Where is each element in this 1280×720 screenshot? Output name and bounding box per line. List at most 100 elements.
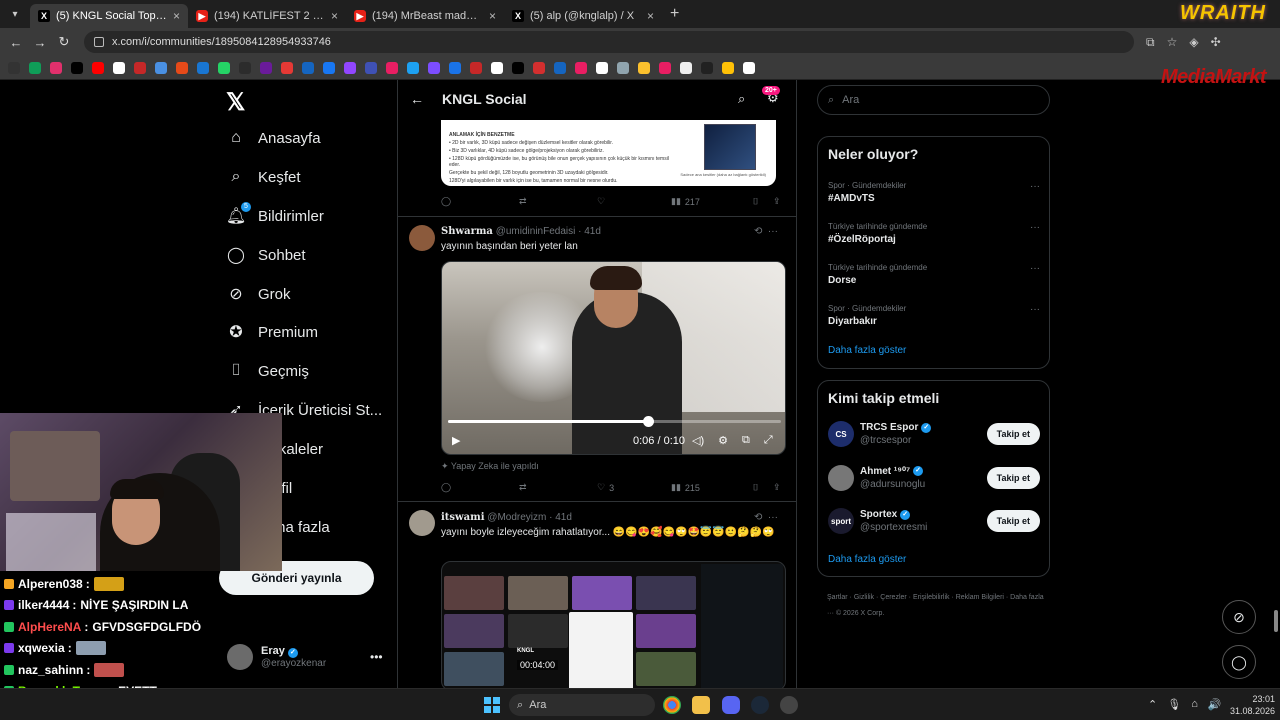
nav-item-6[interactable]: ⌷ Geçmiş xyxy=(226,361,309,381)
app-icon[interactable] xyxy=(780,696,798,714)
scrollbar-thumb[interactable] xyxy=(1274,610,1278,632)
bookmark-favicon-icon[interactable] xyxy=(722,61,734,74)
bookmark-favicon-icon[interactable] xyxy=(50,61,62,74)
video-player[interactable]: ▶ 0:06 / 0:10 ◁) ⚙ ⧉ ⤢ xyxy=(441,261,786,455)
search-input[interactable] xyxy=(842,94,1023,106)
trend-more-icon[interactable]: ··· xyxy=(1030,263,1040,274)
nav-item-4[interactable]: ⊘ Grok xyxy=(226,284,290,304)
bookmark-favicon-icon[interactable] xyxy=(176,61,188,74)
back-arrow-icon[interactable]: ← xyxy=(410,91,424,107)
windows-start-icon[interactable] xyxy=(484,697,500,713)
post-age[interactable]: 41d xyxy=(555,512,572,523)
like-icon[interactable]: ♡ 3 xyxy=(597,482,671,493)
trend-item[interactable]: Türkiye tarihinde gündemde Dorse ··· xyxy=(828,263,1040,286)
like-icon[interactable]: ♡ xyxy=(597,196,671,207)
bookmark-favicon-icon[interactable] xyxy=(155,61,167,74)
back-icon[interactable]: ← xyxy=(4,35,28,50)
follow-button[interactable]: Takip et xyxy=(986,423,1040,445)
repost-icon[interactable]: ⇄ xyxy=(519,196,597,207)
trend-more-icon[interactable]: ··· xyxy=(1030,181,1040,192)
grok-fab-icon[interactable]: ⊘ xyxy=(1222,600,1256,634)
nav-item-0[interactable]: ⌂ Anasayfa xyxy=(226,128,320,148)
bookmark-favicon-icon[interactable] xyxy=(197,61,209,74)
avatar[interactable] xyxy=(409,510,435,536)
avatar[interactable] xyxy=(409,225,435,251)
bookmark-favicon-icon[interactable] xyxy=(743,61,755,74)
tab-search-icon[interactable]: ▾ xyxy=(0,0,30,28)
bookmark-favicon-icon[interactable] xyxy=(134,61,146,74)
x-logo-icon[interactable]: 𝕏 xyxy=(226,88,245,117)
follow-name[interactable]: Sportex ✓ xyxy=(860,509,927,520)
nav-item-1[interactable]: ⌕ Keşfet xyxy=(226,167,301,187)
trend-item[interactable]: Türkiye tarihinde gündemde #ÖzelRöportaj ·… xyxy=(828,222,1040,245)
avatar[interactable]: CS xyxy=(828,421,854,447)
video-scrubber-handle[interactable] xyxy=(642,416,654,427)
pip-icon[interactable]: ⧉ xyxy=(742,434,750,447)
extension-icon[interactable]: ◈ xyxy=(1189,35,1198,50)
bookmark-favicon-icon[interactable] xyxy=(71,61,83,74)
reply-icon[interactable]: ◯ xyxy=(441,196,519,207)
bookmark-favicon-icon[interactable] xyxy=(449,61,461,74)
post-age[interactable]: 41d xyxy=(584,226,601,237)
bookmark-star-icon[interactable]: ☆ xyxy=(1167,35,1178,50)
avatar[interactable] xyxy=(828,464,854,491)
bookmark-favicon-icon[interactable] xyxy=(323,61,335,74)
bookmark-favicon-icon[interactable] xyxy=(428,61,440,74)
post-image[interactable]: ANLAMAK İÇİN BENZETME • 2D bir varlık, 3… xyxy=(441,120,776,186)
bookmark-favicon-icon[interactable] xyxy=(302,61,314,74)
follow-suggestion[interactable]: sport Sportex ✓ @sportexresmi Takip et xyxy=(828,508,1040,534)
follow-name[interactable]: Ahmet ¹⁹⁰⁷ ✓ xyxy=(860,466,925,477)
messages-fab-icon[interactable]: ◯ xyxy=(1222,645,1256,679)
repost-icon[interactable]: ⇄ xyxy=(519,482,597,493)
display-name[interactable]: Shwarma xyxy=(441,226,493,237)
trend-more-icon[interactable]: ··· xyxy=(1030,222,1040,233)
avatar[interactable]: sport xyxy=(828,508,854,534)
new-tab-button[interactable]: + xyxy=(670,5,679,23)
follow-button[interactable]: Takip et xyxy=(986,510,1040,532)
views-icon[interactable]: ▮▮ 215 xyxy=(671,482,753,493)
bookmark-favicon-icon[interactable] xyxy=(617,61,629,74)
bookmark-favicon-icon[interactable] xyxy=(659,61,671,74)
handle[interactable]: @umidininFedaisi xyxy=(496,226,576,237)
follow-show-more-link[interactable]: Daha fazla göster xyxy=(828,554,906,565)
browser-tab[interactable]: X (5) KNGL Social Topluluk / X × xyxy=(30,4,188,28)
play-icon[interactable]: ▶ xyxy=(452,434,460,447)
bookmark-favicon-icon[interactable] xyxy=(554,61,566,74)
search-field[interactable]: ⌕ xyxy=(817,85,1050,115)
bookmark-favicon-icon[interactable] xyxy=(680,61,692,74)
close-tab-icon[interactable]: × xyxy=(489,9,496,23)
bookmark-icon[interactable]: ⌷ xyxy=(753,482,773,493)
steam-icon[interactable] xyxy=(751,696,769,714)
nav-item-3[interactable]: ◯ Sohbet xyxy=(226,245,306,265)
bookmark-icon[interactable]: ⌷ xyxy=(753,196,773,207)
forward-icon[interactable]: → xyxy=(28,35,52,50)
tray-chevron-icon[interactable]: ⌃ xyxy=(1148,698,1157,711)
trend-item[interactable]: Spor · Gündemdekiler Diyarbakır ··· xyxy=(828,304,1040,327)
site-info-icon[interactable] xyxy=(94,37,104,47)
chrome-icon[interactable] xyxy=(663,696,681,714)
follow-name[interactable]: TRCS Espor ✓ xyxy=(860,422,932,433)
close-tab-icon[interactable]: × xyxy=(647,9,654,23)
post-more-icon[interactable]: ⟲ ··· xyxy=(754,512,778,523)
trend-more-icon[interactable]: ··· xyxy=(1030,304,1040,315)
network-icon[interactable]: ⌂ xyxy=(1191,698,1198,711)
bookmark-favicon-icon[interactable] xyxy=(533,61,545,74)
close-tab-icon[interactable]: × xyxy=(331,9,338,23)
bookmark-favicon-icon[interactable] xyxy=(491,61,503,74)
share-icon[interactable]: ⇪ xyxy=(773,482,781,493)
bookmark-favicon-icon[interactable] xyxy=(218,61,230,74)
bookmark-favicon-icon[interactable] xyxy=(596,61,608,74)
install-app-icon[interactable]: ⧉ xyxy=(1146,35,1155,50)
url-field[interactable]: x.com/i/communities/1895084128954933746 xyxy=(84,31,1134,53)
follow-button[interactable]: Takip et xyxy=(986,466,1040,489)
discord-icon[interactable] xyxy=(722,696,740,714)
follow-suggestion[interactable]: Ahmet ¹⁹⁰⁷ ✓ @adursunoglu Takip et xyxy=(828,464,1040,491)
bookmark-favicon-icon[interactable] xyxy=(470,61,482,74)
volume-icon[interactable]: 🔊 xyxy=(1208,698,1222,711)
bookmark-favicon-icon[interactable] xyxy=(92,61,104,74)
browser-tab[interactable]: ▶ (194) MrBeast made a remix of... × xyxy=(346,4,504,28)
microphone-icon[interactable]: 🎙 xyxy=(1167,698,1181,711)
bookmark-favicon-icon[interactable] xyxy=(344,61,356,74)
bookmark-favicon-icon[interactable] xyxy=(239,61,251,74)
taskbar-search[interactable]: ⌕ Ara xyxy=(509,694,655,716)
